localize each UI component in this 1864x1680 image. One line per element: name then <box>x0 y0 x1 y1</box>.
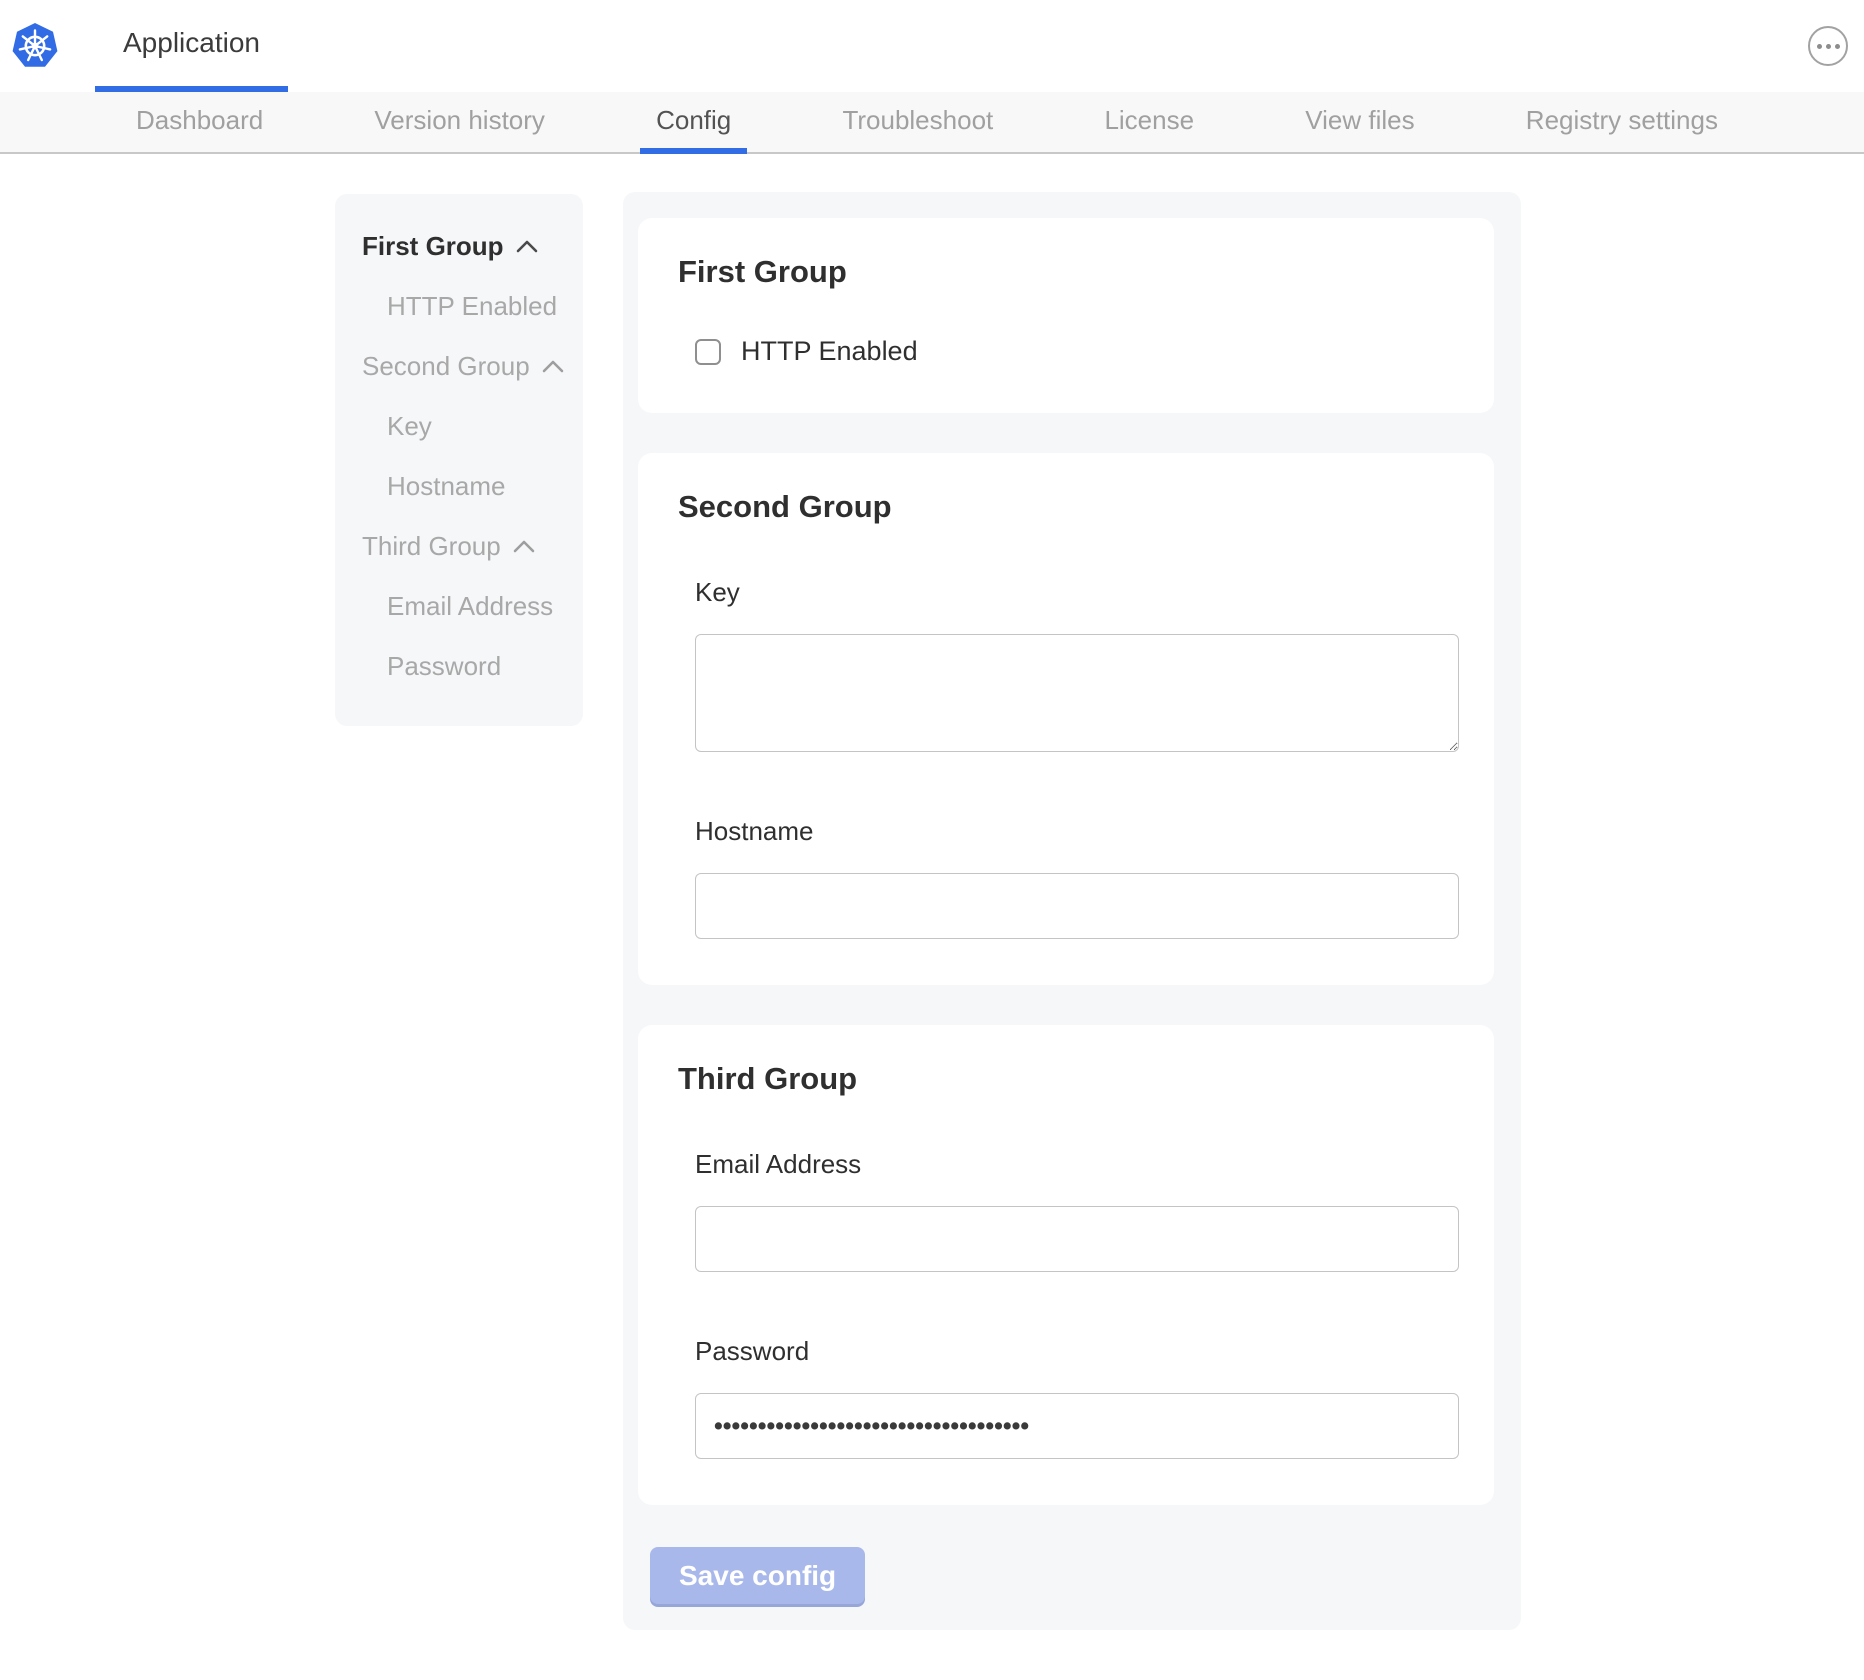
tab-view-files[interactable]: View files <box>1289 92 1430 154</box>
overflow-menu-button[interactable] <box>1808 26 1848 66</box>
content-area: First Group HTTP Enabled Second Group Ke… <box>0 154 1864 1680</box>
sidebar-item-http-enabled[interactable]: HTTP Enabled <box>335 276 583 336</box>
email-address-input[interactable] <box>695 1206 1459 1272</box>
sidebar-item-password[interactable]: Password <box>335 636 583 696</box>
sidebar-item-label: HTTP Enabled <box>387 291 557 322</box>
sidebar-item-email-address[interactable]: Email Address <box>335 576 583 636</box>
sidebar-item-key[interactable]: Key <box>335 396 583 456</box>
top-bar: Application <box>0 0 1864 92</box>
app-title: Application <box>123 27 260 59</box>
tab-config[interactable]: Config <box>640 92 747 154</box>
ellipsis-icon <box>1817 44 1840 49</box>
tab-troubleshoot[interactable]: Troubleshoot <box>826 92 1009 154</box>
save-config-button[interactable]: Save config <box>650 1547 865 1604</box>
group-title: First Group <box>678 254 1459 290</box>
http-enabled-checkbox[interactable] <box>695 339 721 365</box>
sidebar-item-label: Hostname <box>387 471 506 502</box>
chevron-up-icon <box>516 240 538 253</box>
hostname-input[interactable] <box>695 873 1459 939</box>
hostname-label: Hostname <box>695 816 1459 847</box>
email-address-label: Email Address <box>695 1149 1459 1180</box>
tab-license[interactable]: License <box>1088 92 1210 154</box>
password-input[interactable] <box>695 1393 1459 1459</box>
kubernetes-logo <box>0 0 95 92</box>
config-group-card-third: Third Group Email Address Password <box>638 1025 1494 1505</box>
sidebar-group-third-group[interactable]: Third Group <box>335 516 583 576</box>
sidebar-group-label: First Group <box>362 231 504 262</box>
group-title: Third Group <box>678 1061 1459 1097</box>
http-enabled-field: HTTP Enabled <box>695 336 1459 367</box>
app-tab-application[interactable]: Application <box>95 0 288 92</box>
sidebar-item-label: Password <box>387 651 501 682</box>
key-textarea[interactable] <box>695 634 1459 752</box>
sidebar-group-second-group[interactable]: Second Group <box>335 336 583 396</box>
sidebar-item-label: Email Address <box>387 591 553 622</box>
sidebar-group-label: Third Group <box>362 531 501 562</box>
app-root: Application Dashboard Version history Co… <box>0 0 1864 1680</box>
key-field: Key <box>695 577 1459 752</box>
config-panel: First Group HTTP Enabled Second Group Ke… <box>623 192 1521 1630</box>
sidebar-item-label: Key <box>387 411 432 442</box>
password-field: Password <box>695 1336 1459 1459</box>
tab-registry-settings[interactable]: Registry settings <box>1510 92 1734 154</box>
config-group-card-second: Second Group Key Hostname <box>638 453 1494 985</box>
kubernetes-helm-wheel-icon <box>12 23 58 69</box>
tab-version-history[interactable]: Version history <box>358 92 561 154</box>
sidebar-group-first-group[interactable]: First Group <box>335 216 583 276</box>
sidebar-group-label: Second Group <box>362 351 530 382</box>
chevron-up-icon <box>513 540 535 553</box>
config-sidebar: First Group HTTP Enabled Second Group Ke… <box>335 194 583 726</box>
key-label: Key <box>695 577 1459 608</box>
main-nav: Dashboard Version history Config Trouble… <box>0 92 1864 154</box>
config-group-card-first: First Group HTTP Enabled <box>638 218 1494 413</box>
email-address-field: Email Address <box>695 1149 1459 1272</box>
sidebar-item-hostname[interactable]: Hostname <box>335 456 583 516</box>
password-label: Password <box>695 1336 1459 1367</box>
hostname-field: Hostname <box>695 816 1459 939</box>
tab-dashboard[interactable]: Dashboard <box>120 92 279 154</box>
http-enabled-checkbox-label[interactable]: HTTP Enabled <box>741 336 918 367</box>
group-title: Second Group <box>678 489 1459 525</box>
chevron-up-icon <box>542 360 564 373</box>
